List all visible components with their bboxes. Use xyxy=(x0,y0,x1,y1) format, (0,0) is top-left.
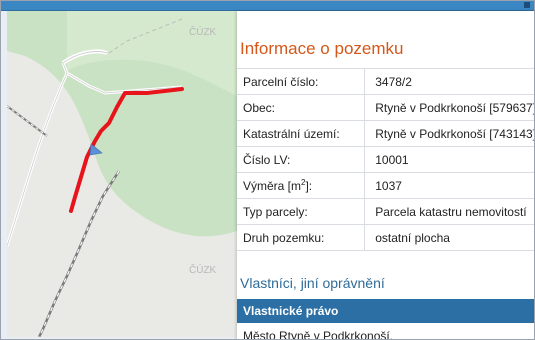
info-panel: Informace o pozemku Parcelní číslo: 3478… xyxy=(237,11,534,339)
table-row: Výměra [m2]: 1037 xyxy=(237,172,534,199)
table-row: Typ parcely: Parcela katastru nemovitost… xyxy=(237,198,534,225)
property-label: Druh pozemku: xyxy=(237,224,366,251)
property-label: Katastrální území: xyxy=(237,120,366,147)
property-value: 10001 xyxy=(364,146,534,173)
owners-heading: Vlastníci, jiní oprávnění xyxy=(240,275,385,291)
top-bar xyxy=(1,1,534,11)
close-icon[interactable] xyxy=(524,2,530,8)
watermark-bottom: ČÚZK xyxy=(189,265,217,276)
properties-table: Parcelní číslo: 3478/2 Obec: Rtyně v Pod… xyxy=(237,68,534,251)
table-row: Číslo LV: 10001 xyxy=(237,146,534,173)
watermark-top: ČÚZK xyxy=(189,27,217,38)
table-row: Parcelní číslo: 3478/2 xyxy=(237,68,534,95)
area-label: Výměra [m xyxy=(243,179,302,193)
rights-header: Vlastnické právo xyxy=(237,299,534,323)
table-row: Katastrální území: Rtyně v Podkrkonoší [… xyxy=(237,120,534,147)
property-label: Výměra [m2]: xyxy=(237,172,366,199)
property-value: Rtyně v Podkrkonoší [743143] xyxy=(364,120,534,147)
table-row: Druh pozemku: ostatní plocha xyxy=(237,224,534,251)
property-value: 3478/2 xyxy=(364,68,534,95)
property-label: Číslo LV: xyxy=(237,146,366,173)
property-value: ostatní plocha xyxy=(364,224,534,251)
area-label-suffix: ]: xyxy=(305,179,313,193)
map-canvas[interactable] xyxy=(7,11,237,337)
property-label: Typ parcely: xyxy=(237,198,366,225)
panel-title: Informace o pozemku xyxy=(240,39,404,58)
property-value: 1037 xyxy=(364,172,534,199)
property-label: Parcelní číslo: xyxy=(237,68,366,95)
property-value: Parcela katastru nemovitostí xyxy=(364,198,534,225)
property-value: Rtyně v Podkrkonoší [579637] xyxy=(364,94,534,121)
owner-row: Město Rtyně v Podkrkonoší, xyxy=(237,323,534,339)
table-row: Obec: Rtyně v Podkrkonoší [579637] xyxy=(237,94,534,121)
map-view[interactable]: ČÚZK ČÚZK xyxy=(7,11,237,337)
app-frame: ČÚZK ČÚZK Informace o pozemku Parcelní č… xyxy=(0,0,535,340)
property-label: Obec: xyxy=(237,94,366,121)
